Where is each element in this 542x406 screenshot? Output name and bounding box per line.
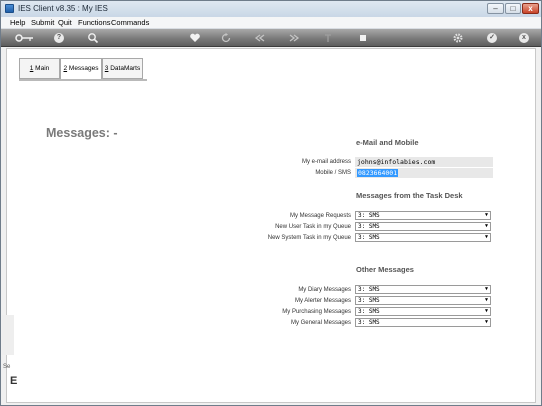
maximize-button[interactable]: □ [505,3,521,14]
purchasing-label: My Purchasing Messages [282,309,351,315]
system-task-select[interactable]: 3: SMS ▼ [355,233,491,242]
mobile-label: Mobile / SMS [315,170,351,176]
mobile-value: 0823664001 [357,169,399,177]
chevron-down-icon[interactable]: ▼ [483,223,490,230]
system-task-value: 3: SMS [358,234,380,241]
user-task-label: New User Task in my Queue [275,224,351,230]
main-panel: 1 Main 2 Messages 3 DataMarts Messages: … [6,48,536,403]
general-value: 3: SMS [358,319,380,326]
key-icon[interactable] [15,32,35,44]
close-icon[interactable]: x [519,33,529,43]
window-title: IES Client v8.35 : My IES [18,4,108,13]
toolbar: ? ✓ x [1,29,541,47]
tab-messages[interactable]: 2 Messages [60,58,102,80]
maximize-icon: □ [510,4,516,13]
alerter-select[interactable]: 3: SMS ▼ [355,296,491,305]
email-value: johns@infolabies.com [357,158,436,166]
email-section-title: e-Mail and Mobile [356,138,419,147]
tab-main-label: Main [33,65,50,72]
close-window-button[interactable]: x [522,3,539,14]
tab-main[interactable]: 1 Main [19,58,60,79]
menu-submit[interactable]: Submit [31,18,54,27]
message-requests-select[interactable]: 3: SMS ▼ [355,211,491,220]
side-panel-glyph[interactable]: E [10,375,17,387]
chevron-down-icon[interactable]: ▼ [483,234,490,241]
menu-quit[interactable]: Quit [58,18,72,27]
task-desk-section-title: Messages from the Task Desk [356,191,463,200]
message-requests-label: My Message Requests [289,213,351,219]
chevron-down-icon[interactable]: ▼ [483,297,490,304]
email-label: My e-mail address [301,159,351,165]
user-task-select[interactable]: 3: SMS ▼ [355,222,491,231]
page-title: Messages: - [46,126,118,140]
app-window: IES Client v8.35 : My IES – □ x Help Sub… [0,0,542,406]
general-label: My General Messages [290,320,351,326]
other-section-title: Other Messages [356,265,414,274]
user-task-value: 3: SMS [358,223,380,230]
email-field[interactable]: johns@infolabies.com [355,157,493,167]
diary-label: My Diary Messages [298,287,351,293]
help-icon[interactable]: ? [54,33,64,43]
tab-messages-label: Messages [67,65,99,72]
minimize-icon: – [493,4,498,13]
chevron-down-icon[interactable]: ▼ [483,308,490,315]
alerter-label: My Alerter Messages [294,298,351,304]
search-icon[interactable] [87,32,99,44]
menu-help[interactable]: Help [10,18,25,27]
side-panel-stub [2,315,14,355]
fast-forward-icon[interactable] [288,32,300,44]
chevron-down-icon[interactable]: ▼ [483,319,490,326]
check-icon[interactable]: ✓ [487,33,497,43]
title-bar[interactable]: IES Client v8.35 : My IES – □ x [1,1,541,17]
minimize-button[interactable]: – [487,3,504,14]
message-requests-value: 3: SMS [358,212,380,219]
system-task-label: New System Task in my Queue [267,235,351,241]
purchasing-value: 3: SMS [358,308,380,315]
close-icon: x [528,4,533,13]
chevron-down-icon[interactable]: ▼ [483,286,490,293]
app-icon [5,4,14,13]
menu-bar: Help Submit Quit Functions Commands [1,17,541,29]
diary-select[interactable]: 3: SMS ▼ [355,285,491,294]
upload-icon[interactable] [322,32,334,44]
stop-icon[interactable] [357,32,369,44]
mobile-field[interactable]: 0823664001 [355,168,493,178]
settings-icon[interactable] [452,32,464,44]
menu-functions[interactable]: Functions [78,18,111,27]
menu-commands[interactable]: Commands [111,18,149,27]
alerter-value: 3: SMS [358,297,380,304]
purchasing-select[interactable]: 3: SMS ▼ [355,307,491,316]
tab-datamarts[interactable]: 3 DataMarts [102,58,143,79]
refresh-icon[interactable] [220,32,232,44]
diary-value: 3: SMS [358,286,380,293]
tab-divider [19,79,147,81]
heart-icon[interactable] [189,32,201,44]
general-select[interactable]: 3: SMS ▼ [355,318,491,327]
chevron-down-icon[interactable]: ▼ [483,212,490,219]
side-panel-label: Se [3,364,11,370]
tab-datamarts-label: DataMarts [108,65,141,72]
rewind-icon[interactable] [254,32,266,44]
